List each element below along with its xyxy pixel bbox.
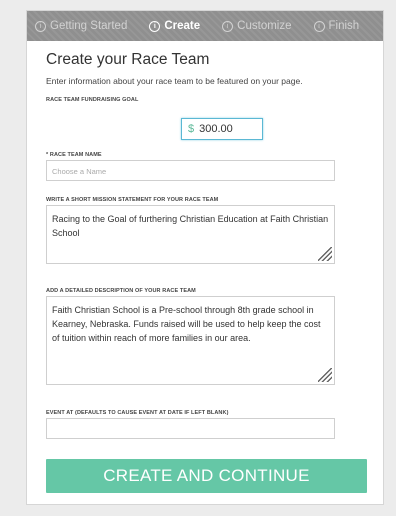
resize-handle-icon[interactable]	[318, 368, 332, 382]
wizard-steps: i Getting Started i Create i Customize i…	[27, 11, 383, 41]
create-team-panel: i Getting Started i Create i Customize i…	[26, 10, 384, 505]
step-label: Create	[164, 20, 201, 32]
create-and-continue-button[interactable]: CREATE AND CONTINUE	[46, 459, 367, 493]
resize-handle-icon[interactable]	[318, 247, 332, 261]
step-label: Finish	[328, 20, 360, 32]
step-finish[interactable]: i Finish	[313, 20, 360, 32]
step-getting-started[interactable]: i Getting Started	[35, 20, 127, 32]
page-title: Create your Race Team	[46, 51, 210, 68]
info-icon: i	[313, 20, 325, 32]
team-name-input[interactable]: Choose a Name	[46, 160, 335, 181]
info-icon: i	[222, 20, 234, 32]
currency-symbol: $	[188, 123, 195, 135]
info-icon: i	[35, 20, 46, 32]
mission-label: WRITE A SHORT MISSION STATEMENT FOR YOUR…	[46, 197, 219, 203]
mission-textarea[interactable]: Racing to the Goal of furthering Christi…	[46, 205, 335, 264]
team-name-label: * RACE TEAM NAME	[46, 152, 102, 158]
info-icon: i	[149, 20, 161, 32]
event-input[interactable]	[46, 418, 335, 439]
description-text: Faith Christian School is a Pre-school t…	[52, 305, 321, 343]
goal-input[interactable]: $ 300.00	[181, 118, 263, 140]
description-textarea[interactable]: Faith Christian School is a Pre-school t…	[46, 296, 335, 385]
page-intro: Enter information about your race team t…	[46, 76, 303, 86]
step-customize[interactable]: i Customize	[222, 20, 292, 32]
mission-text: Racing to the Goal of furthering Christi…	[52, 214, 329, 238]
step-label: Customize	[237, 20, 292, 32]
step-create[interactable]: i Create	[149, 20, 200, 32]
goal-value: 300.00	[199, 123, 233, 135]
description-label: ADD A DETAILED DESCRIPTION OF YOUR RACE …	[46, 288, 196, 294]
goal-label: RACE TEAM FUNDRAISING GOAL	[46, 97, 139, 103]
step-label: Getting Started	[50, 20, 128, 32]
event-label: EVENT AT (DEFAULTS TO CAUSE EVENT AT DAT…	[46, 410, 229, 416]
